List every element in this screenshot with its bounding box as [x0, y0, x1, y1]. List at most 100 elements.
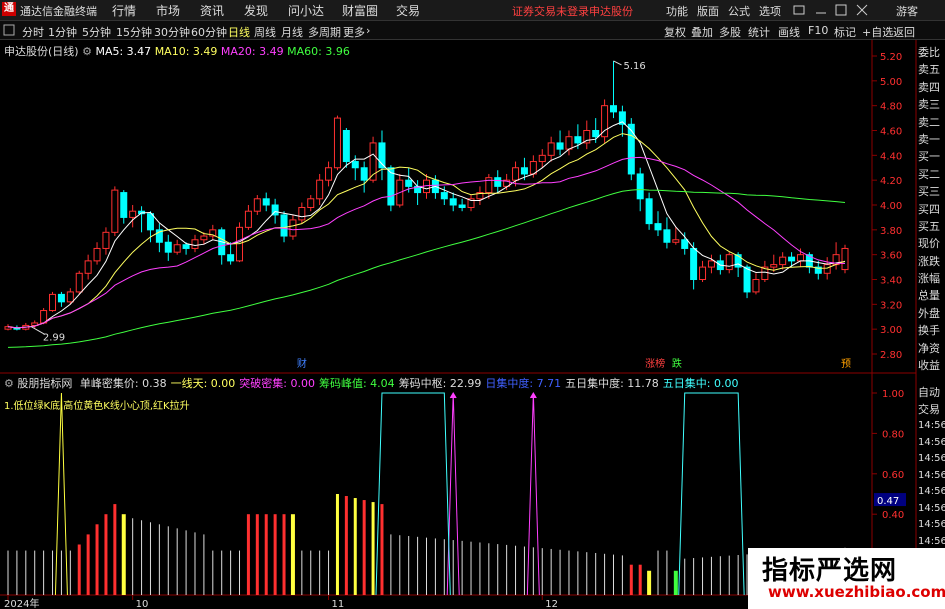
app-logo-icon: 通	[2, 2, 16, 16]
event-mark-1: 涨榜	[645, 357, 665, 370]
candle-body	[244, 210, 252, 228]
event-mark-0: 财	[297, 357, 307, 370]
candle-body	[298, 206, 306, 221]
indicator-bar	[666, 550, 668, 595]
panel-toggle-icon[interactable]	[3, 24, 15, 36]
quote-label-15: 外盘	[918, 306, 940, 320]
trade-item-0: 自动	[918, 386, 940, 399]
period-tab-30min[interactable]: 30分钟	[154, 24, 190, 40]
tool-f10[interactable]: F10	[808, 24, 828, 37]
price-tick-label: 5.20	[880, 52, 902, 63]
menu-formula[interactable]: 公式	[728, 3, 750, 19]
menu-market[interactable]: 市场	[156, 2, 180, 19]
period-tab-1min[interactable]: 1分钟	[48, 24, 77, 40]
menu-discover[interactable]: 发现	[244, 2, 268, 19]
period-tab-weekly[interactable]: 周线	[254, 24, 276, 40]
quote-label-4: 卖二	[918, 115, 940, 129]
candle-body	[725, 254, 733, 271]
menu-trade[interactable]: 交易	[396, 2, 420, 19]
candle-body	[699, 266, 707, 280]
trade-item-1: 交易	[918, 402, 940, 416]
tool-restore-rights[interactable]: 复权	[664, 24, 686, 40]
indicator-bar	[176, 528, 178, 595]
maximize-icon[interactable]	[835, 4, 847, 16]
menu-news[interactable]: 资讯	[200, 2, 224, 19]
candle-body	[200, 235, 208, 241]
more-chevron-icon[interactable]: ›	[366, 24, 370, 37]
menu-options[interactable]: 选项	[759, 3, 781, 19]
period-tab-monthly[interactable]: 月线	[281, 24, 303, 40]
candle-body	[405, 179, 413, 187]
watermark-title: 指标严选网	[762, 556, 898, 586]
period-tab-60min[interactable]: 60分钟	[191, 24, 227, 40]
legend-ma10: MA10: 3.49	[154, 45, 218, 58]
indicator-bar	[673, 570, 678, 595]
trade-item-5: 14:56	[918, 469, 945, 481]
candle-body	[752, 279, 760, 293]
indicator-bar	[158, 524, 160, 595]
candle-body	[796, 254, 804, 262]
indicator-name[interactable]: 股朋指标网	[17, 377, 72, 390]
minimize-icon[interactable]	[815, 4, 827, 16]
menu-function[interactable]: 功能	[666, 3, 688, 19]
close-icon[interactable]	[856, 4, 868, 16]
tool-overlay[interactable]: 叠加	[691, 24, 713, 40]
candle-body	[66, 291, 74, 303]
indicator-bar	[719, 556, 721, 595]
tool-multi-stock[interactable]: 多股	[719, 24, 741, 40]
quote-label-18: 收益	[918, 359, 940, 373]
indicator-bar	[629, 564, 633, 595]
indicator-bar	[417, 536, 419, 595]
period-tab-multi[interactable]: 多周期	[308, 24, 341, 40]
candle-body	[636, 173, 644, 200]
menu-ask[interactable]: 问小达	[288, 2, 324, 19]
indicator-bar	[559, 549, 561, 595]
price-tick-label: 4.60	[880, 127, 902, 138]
candle-body	[360, 167, 368, 181]
indicator-bar	[523, 546, 525, 595]
indicator-bar	[647, 570, 652, 595]
candle-body	[307, 198, 315, 208]
period-tab-15min[interactable]: 15分钟	[116, 24, 152, 40]
indicator-bar	[577, 551, 579, 595]
indicator-bar	[371, 502, 375, 595]
legend-settings-icon[interactable]: ⚙	[82, 45, 92, 58]
candle-body	[743, 266, 751, 293]
quote-label-7: 买二	[918, 167, 940, 181]
period-tab-more[interactable]: 更多	[343, 24, 365, 40]
indicator-bar	[25, 550, 27, 595]
period-tab-daily[interactable]: 日线	[228, 24, 250, 40]
tool-mark[interactable]: 标记	[834, 24, 856, 40]
indicator-bar	[60, 550, 62, 595]
indicator-bar	[344, 496, 348, 595]
login-warning[interactable]: 证券交易未登录	[512, 3, 589, 19]
menu-quotes[interactable]: 行情	[112, 2, 136, 19]
quote-label-12: 涨跌	[918, 254, 940, 268]
indicator-bar	[693, 558, 695, 595]
indicator-bar	[710, 556, 712, 595]
candle-body	[494, 177, 502, 187]
menu-wealth[interactable]: 财富圈	[342, 2, 378, 19]
period-tab-timeshare[interactable]: 分时	[22, 24, 44, 40]
guest-button[interactable]: 游客	[896, 3, 918, 19]
quote-label-14: 总量	[918, 289, 940, 303]
tool-add-watchlist[interactable]: +自选	[862, 24, 893, 40]
tool-draw-line[interactable]: 画线	[778, 24, 800, 40]
indicator-bar	[246, 514, 250, 595]
tool-statistics[interactable]: 统计	[748, 24, 770, 40]
indicator-settings-icon[interactable]: ⚙	[4, 377, 14, 390]
indicator-value-4: 筹码中枢: 22.99	[398, 377, 482, 390]
menu-layout[interactable]: 版面	[697, 3, 719, 19]
event-mark-2: 跌	[672, 357, 682, 370]
indicator-bar	[488, 543, 490, 595]
kline-chart[interactable]: 5.20 5.00 4.80 4.60 4.40 4.20 4.00 3.80 3.60 3.40…	[0, 40, 945, 609]
period-tab-5min[interactable]: 5分钟	[82, 24, 111, 40]
tool-back[interactable]: 返回	[893, 24, 915, 40]
candle-body	[627, 123, 635, 175]
quote-label-10: 买五	[918, 219, 940, 233]
candle-body	[102, 231, 110, 249]
indicator-bar	[149, 522, 151, 595]
indicator-bar	[141, 520, 143, 595]
candle-body	[253, 198, 261, 212]
message-icon[interactable]	[793, 4, 805, 16]
